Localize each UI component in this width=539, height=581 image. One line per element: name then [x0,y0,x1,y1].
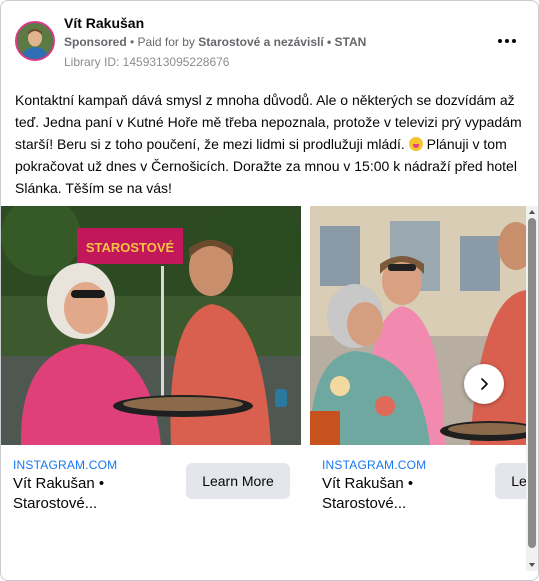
card-title-line-1: Vít Rakušan • [322,475,414,492]
carousel-image[interactable] [310,206,526,445]
learn-more-button[interactable]: Learn More [495,463,526,499]
page-avatar[interactable] [15,21,55,61]
scroll-up-arrow-icon[interactable] [529,210,535,214]
starostove-sign-text: STAROSTOVÉ [86,240,175,255]
carousel-image[interactable]: STAROSTOVÉ [1,206,301,445]
card-title-line-2: Starostové... [13,495,98,512]
scroll-down-arrow-icon[interactable] [529,563,535,567]
learn-more-button[interactable]: Learn More [186,463,290,499]
card-domain: INSTAGRAM.COM [13,458,118,472]
more-dots-icon [498,39,502,43]
card-title-line-1: Vít Rakušan • [13,475,105,492]
page-name[interactable]: Vít Rakušan [64,15,144,31]
payer-link[interactable]: Starostové a nezávislí • STAN [198,35,366,49]
card-title: Vít Rakušan • Starostové... [13,474,173,514]
ad-body-text: Kontaktní kampaň dává smysl z mnoha důvo… [15,89,525,199]
ad-carousel: STAROSTOVÉ INSTAGRAM.COM Vít Rakušan • S… [1,206,526,571]
card-title-line-2: Starostové... [322,495,407,512]
scrollbar[interactable] [526,206,538,571]
more-options-button[interactable] [495,31,519,51]
card-domain: INSTAGRAM.COM [322,458,427,472]
carousel-next-button[interactable] [464,364,504,404]
chevron-right-icon [481,378,488,390]
sponsored-line: Sponsored • Paid for by Starostové a nez… [64,35,366,49]
card-title: Vít Rakušan • Starostové... [322,474,482,514]
grinning-emoji-icon [408,137,423,151]
sponsored-label: Sponsored [64,35,127,49]
library-id: Library ID: 1459313095228676 [64,55,230,69]
ad-card: Vít Rakušan Sponsored • Paid for by Star… [0,0,539,581]
carousel-card[interactable]: STAROSTOVÉ INSTAGRAM.COM Vít Rakušan • S… [1,206,301,571]
scrollbar-thumb[interactable] [528,218,536,548]
paid-for-label: • Paid for by [130,35,195,49]
